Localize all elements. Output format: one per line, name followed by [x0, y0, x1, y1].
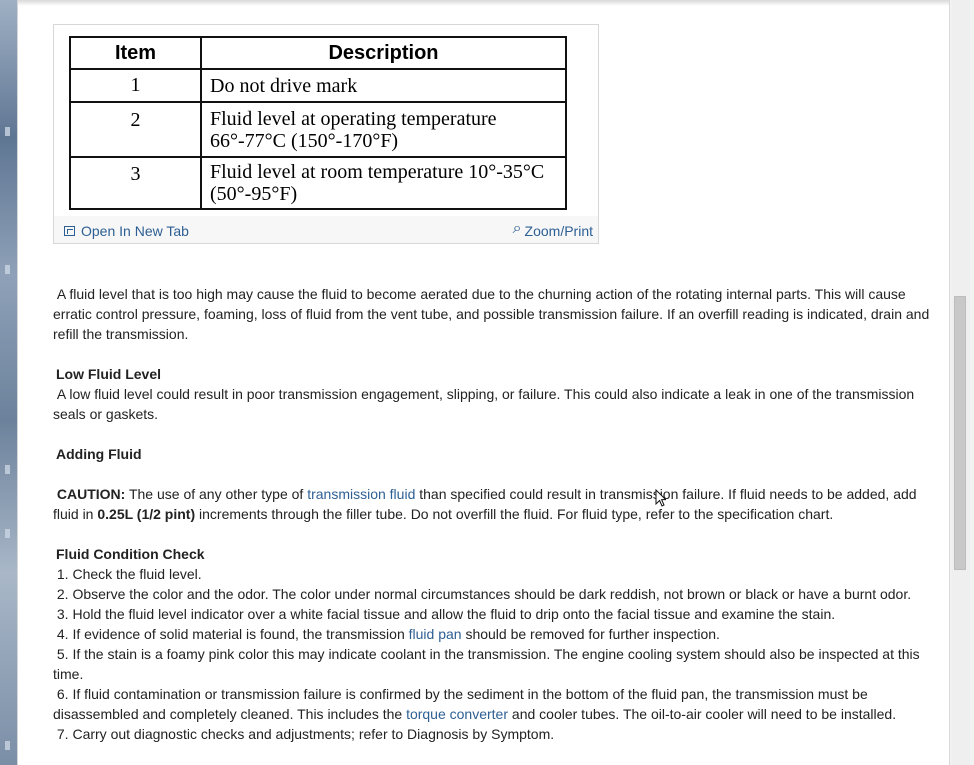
low-fluid-paragraph: A low fluid level could result in poor t… [53, 384, 933, 424]
list-item-text: 5. If the stain is a foamy pink color th… [53, 646, 920, 682]
description-line: 66°-77°C (150°-170°F) [210, 129, 399, 152]
low-fluid-text: A low fluid level could result in poor t… [53, 386, 915, 422]
fluid-pan-link[interactable]: fluid pan [409, 626, 462, 642]
left-edge-marker [5, 127, 10, 136]
left-edge-marker [5, 741, 10, 750]
open-in-new-tab-link[interactable]: Open In New Tab [64, 223, 189, 239]
vertical-scrollbar-thumb[interactable] [954, 296, 966, 570]
article-page: Item Description 1 Do not drive mark 2 F… [17, 0, 949, 765]
table-cell-description: Fluid level at room temperature 10°-35°C… [200, 156, 567, 210]
list-item-text: 1. Check the fluid level. [56, 566, 202, 582]
low-fluid-heading: Low Fluid Level [56, 366, 162, 382]
list-item: 2. Observe the color and the odor. The c… [53, 584, 933, 604]
intro-text: A fluid level that is too high may cause… [53, 286, 930, 342]
list-item: 5. If the stain is a foamy pink color th… [53, 644, 933, 684]
transmission-fluid-link[interactable]: transmission fluid [307, 486, 415, 502]
list-item: 1. Check the fluid level. [53, 564, 933, 584]
left-window-edge [0, 0, 17, 765]
list-item: 7. Carry out diagnostic checks and adjus… [53, 724, 933, 744]
magnifier-icon: ⌕ [512, 220, 522, 237]
table-row: 3 Fluid level at room temperature 10°-35… [69, 156, 567, 210]
table-header-item: Item [69, 36, 202, 70]
list-item-text: 7. Carry out diagnostic checks and adjus… [56, 726, 555, 742]
intro-paragraph: A fluid level that is too high may cause… [53, 284, 933, 344]
description-line: Fluid level at room temperature 10°-35°C [210, 161, 545, 183]
caution-amount: 0.25L (1/2 pint) [97, 506, 196, 522]
article-content: A fluid level that is too high may cause… [53, 284, 933, 744]
description-line: Fluid level at operating temperature [210, 107, 497, 130]
table-header-description: Description [200, 36, 567, 70]
mouse-cursor-icon [655, 489, 666, 507]
fluid-condition-heading: Fluid Condition Check [56, 546, 205, 562]
open-in-new-tab-label: Open In New Tab [81, 223, 189, 239]
list-item-text: 4. If evidence of solid material is foun… [56, 626, 405, 642]
left-edge-marker [5, 465, 10, 474]
torque-converter-link[interactable]: torque converter [406, 706, 508, 722]
browser-viewport: Item Description 1 Do not drive mark 2 F… [0, 0, 974, 765]
table-row: 2 Fluid level at operating temperature 6… [69, 101, 567, 158]
zoom-print-label: Zoom/Print [524, 223, 593, 239]
table-cell-item: 2 [69, 101, 202, 158]
figure-actions: Open In New Tab ⌕ Zoom/Print [54, 216, 598, 243]
list-item-text: and cooler tubes. The oil-to-air cooler … [511, 706, 897, 722]
caution-paragraph: CAUTION: The use of any other type of tr… [53, 484, 933, 524]
table-cell-description: Fluid level at operating temperature 66°… [200, 101, 567, 158]
top-shadow [18, 0, 949, 6]
caution-text-part1: The use of any other type of [128, 486, 304, 502]
table-cell-item: 3 [69, 156, 202, 210]
list-item: 4. If evidence of solid material is foun… [53, 624, 933, 644]
list-item-text: 3. Hold the fluid level indicator over a… [56, 606, 836, 622]
adding-fluid-heading: Adding Fluid [56, 446, 142, 462]
list-item: 3. Hold the fluid level indicator over a… [53, 604, 933, 624]
table-cell-description: Do not drive mark [200, 68, 567, 103]
caution-label: CAUTION: [56, 486, 126, 502]
zoom-print-link[interactable]: ⌕ Zoom/Print [512, 220, 593, 240]
description-line: (50°-95°F) [210, 183, 298, 205]
table-cell-item: 1 [69, 68, 202, 103]
list-item: 6. If fluid contamination or transmissio… [53, 684, 933, 724]
list-item-text: should be removed for further inspection… [465, 626, 720, 642]
left-edge-marker [5, 529, 10, 538]
open-new-tab-icon [64, 226, 75, 236]
figure-card: Item Description 1 Do not drive mark 2 F… [53, 24, 599, 244]
fluid-condition-list: 1. Check the fluid level. 2. Observe the… [53, 564, 933, 744]
description-line: Do not drive mark [210, 74, 358, 97]
table-row: 1 Do not drive mark [69, 68, 567, 103]
caution-text-part3: increments through the filler tube. Do n… [199, 506, 834, 522]
list-item-text: 2. Observe the color and the odor. The c… [56, 586, 912, 602]
fluid-level-table: Item Description 1 Do not drive mark 2 F… [69, 36, 567, 210]
fluid-level-table-image: Item Description 1 Do not drive mark 2 F… [54, 25, 598, 216]
left-edge-marker [5, 265, 10, 274]
